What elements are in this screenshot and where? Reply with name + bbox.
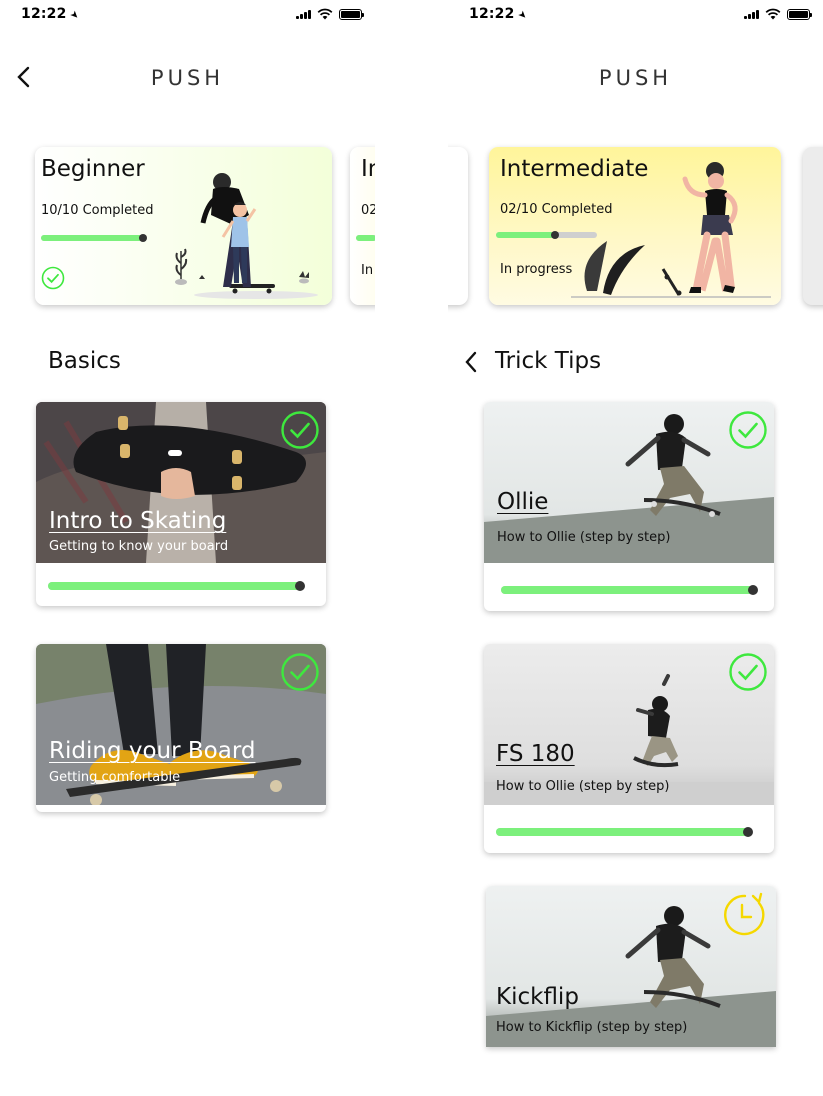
screen-basics: 12:22➤ PUSH Beginner 10/10 Completed I 0…: [0, 0, 375, 1096]
lesson-progress-bar: [496, 827, 753, 837]
wifi-icon: [765, 8, 781, 20]
lesson-subtitle: How to Ollie (step by step): [496, 779, 670, 794]
level-status: In progress: [500, 262, 573, 277]
check-circle-icon: [281, 653, 319, 691]
level-card-intermediate[interactable]: Intermediate 02/10 Completed In progress: [350, 147, 375, 305]
status-icons: [296, 8, 364, 20]
battery-icon: [339, 8, 364, 20]
check-circle-icon: [729, 653, 767, 691]
level-card-intermediate[interactable]: Intermediate 02/10 Completed In progress: [489, 147, 781, 305]
status-bar: 12:22➤: [0, 0, 375, 32]
status-bar: 12:22➤: [448, 0, 823, 32]
check-circle-icon: [281, 411, 319, 449]
section-title: Trick Tips: [495, 348, 602, 374]
status-time: 12:22➤: [21, 6, 81, 23]
lesson-title: Ollie: [497, 489, 549, 515]
wifi-icon: [317, 8, 333, 20]
level-progress-bar: [41, 234, 147, 242]
screen-trick-tips: 12:22➤ PUSH Intermediate 02/10 Completed…: [448, 0, 823, 1096]
lesson-card-ollie[interactable]: Ollie How to Ollie (step by step): [484, 402, 774, 611]
level-title: Intermediate: [361, 156, 375, 182]
cellular-signal-icon: [744, 9, 759, 19]
level-card-next[interactable]: [803, 147, 823, 305]
location-icon: ➤: [514, 8, 529, 23]
lesson-title: Kickflip: [496, 984, 579, 1010]
lesson-title: Riding your Board: [49, 738, 256, 764]
skater-girl-illustration: [571, 162, 771, 298]
clock-pending-icon: [724, 892, 765, 936]
battery-icon: [787, 8, 812, 20]
check-circle-icon: [41, 266, 65, 290]
level-title: Beginner: [41, 156, 145, 182]
level-status: In progress: [361, 263, 375, 278]
lesson-card-kickflip[interactable]: Kickflip How to Kickflip (step by step): [486, 886, 776, 1047]
level-card-previous[interactable]: [448, 147, 468, 305]
status-icons: [744, 8, 812, 20]
lesson-progress-bar: [48, 581, 305, 591]
lesson-card-fs-180[interactable]: FS 180 How to Ollie (step by step): [484, 644, 774, 853]
lesson-title: Intro to Skating: [49, 508, 227, 534]
level-card-beginner[interactable]: Beginner 10/10 Completed: [35, 147, 332, 305]
location-icon: ➤: [66, 8, 81, 23]
page-title: PUSH: [598, 66, 673, 90]
lesson-subtitle: How to Kickflip (step by step): [496, 1020, 688, 1035]
check-circle-icon: [729, 411, 767, 449]
level-completed: 02/10 Completed: [361, 203, 375, 218]
parent-child-skate-illustration: [175, 173, 318, 299]
page-title: PUSH: [150, 66, 225, 90]
lesson-card-riding-your-board[interactable]: Riding your Board Getting comfortable: [36, 644, 326, 812]
status-time: 12:22➤: [469, 6, 529, 23]
back-chevron-icon[interactable]: [464, 350, 478, 374]
cellular-signal-icon: [296, 9, 311, 19]
lesson-card-intro-to-skating[interactable]: Intro to Skating Getting to know your bo…: [36, 402, 326, 606]
level-completed: 10/10 Completed: [41, 203, 154, 218]
lesson-subtitle: Getting to know your board: [49, 539, 229, 554]
lesson-title: FS 180: [496, 741, 575, 767]
section-title: Basics: [48, 348, 121, 374]
lesson-progress-bar: [501, 585, 758, 595]
lesson-subtitle: Getting comfortable: [49, 770, 181, 785]
lesson-subtitle: How to Ollie (step by step): [497, 530, 671, 545]
level-progress-bar: [356, 235, 375, 241]
